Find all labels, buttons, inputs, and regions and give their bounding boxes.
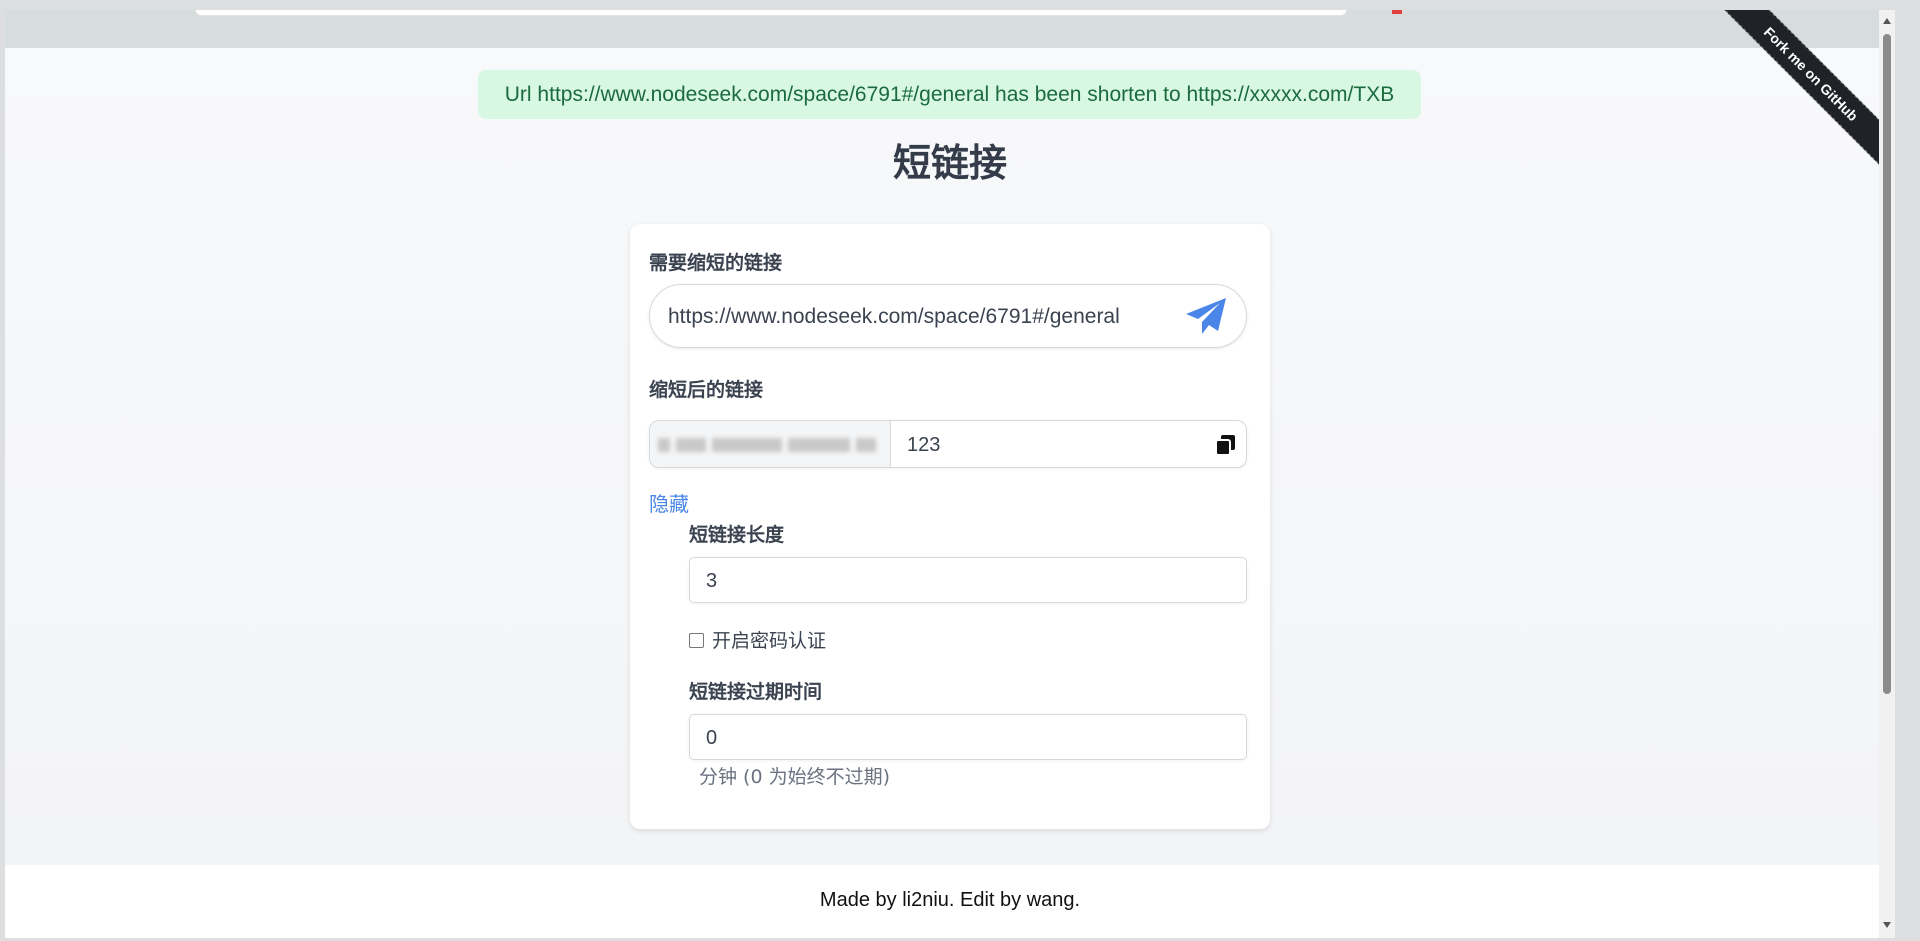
expire-field <box>689 714 1247 761</box>
github-ribbon[interactable]: Fork me on GitHub <box>1709 10 1879 180</box>
password-checkbox[interactable] <box>689 633 704 648</box>
scroll-thumb[interactable] <box>1883 34 1891 694</box>
fork-ribbon-link[interactable]: Fork me on GitHub <box>1714 10 1879 171</box>
redacted-domain <box>788 438 850 452</box>
expire-hint: 分钟 (0 为始终不过期) <box>699 766 890 788</box>
short-url-field <box>649 420 1247 468</box>
footer-text: Made by li2niu. Edit by wang. <box>819 889 1081 911</box>
redacted-domain <box>712 438 782 452</box>
expire-label: 短链接过期时间 <box>689 681 823 703</box>
length-field <box>689 557 1247 604</box>
short-url-domain <box>650 421 891 467</box>
redacted-domain <box>658 438 670 452</box>
password-option[interactable]: 开启密码认证 <box>689 626 826 653</box>
long-url-label: 需要缩短的链接 <box>649 252 783 274</box>
length-input[interactable] <box>704 558 1228 604</box>
expire-input[interactable] <box>704 715 1228 761</box>
page-title: 短链接 <box>892 141 1007 185</box>
paper-plane-icon[interactable] <box>1184 296 1228 336</box>
long-url-input[interactable] <box>666 285 1170 349</box>
success-alert: Url https://www.nodeseek.com/space/6791#… <box>478 70 1421 119</box>
scroll-down-arrow-icon[interactable] <box>1883 922 1891 928</box>
long-url-field <box>649 284 1247 349</box>
shorten-form-card: 需要缩短的链接 缩短后的链接 隐藏 短链接长度 <box>630 224 1270 829</box>
browser-address-strip <box>195 10 1347 16</box>
scroll-up-arrow-icon[interactable] <box>1883 18 1891 24</box>
short-url-label: 缩短后的链接 <box>649 379 764 401</box>
footer: Made by li2niu. Edit by wang. <box>5 865 1895 938</box>
redacted-domain <box>856 438 876 452</box>
browser-viewport: Url https://www.nodeseek.com/space/6791#… <box>5 10 1895 938</box>
copy-icon[interactable] <box>1214 433 1238 457</box>
redacted-domain <box>676 438 706 452</box>
length-label: 短链接长度 <box>689 524 785 546</box>
short-code-input[interactable] <box>905 421 1189 467</box>
vertical-scrollbar[interactable] <box>1879 10 1895 938</box>
password-checkbox-label: 开启密码认证 <box>712 630 827 652</box>
extension-indicator <box>1392 10 1402 14</box>
hide-options-link[interactable]: 隐藏 <box>649 488 689 517</box>
